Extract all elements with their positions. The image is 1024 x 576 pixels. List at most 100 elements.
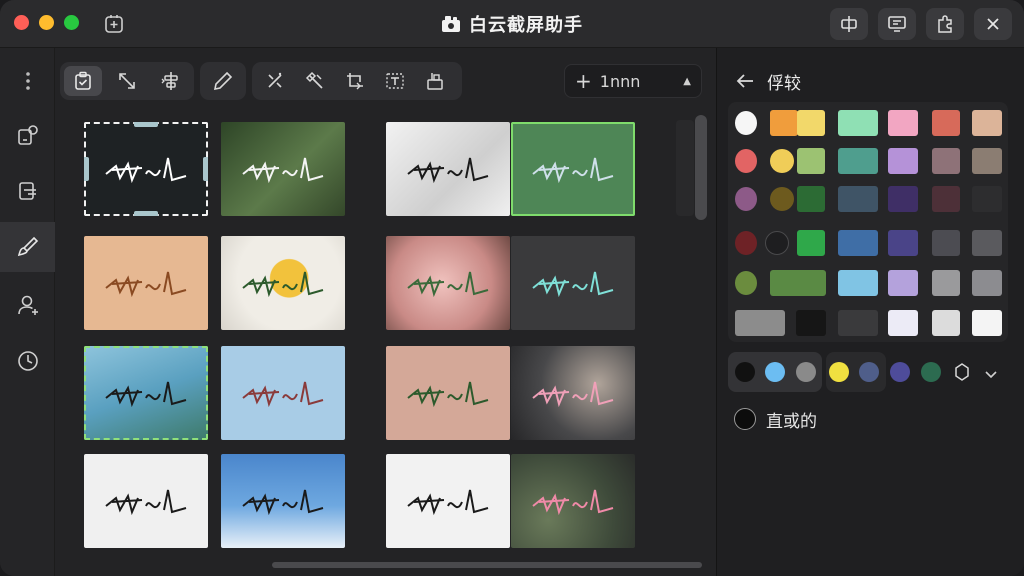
color-swatch-3-4[interactable] [888, 230, 918, 256]
color-swatch-4-3[interactable] [888, 270, 918, 296]
thumbnail-15[interactable] [386, 454, 510, 548]
vertical-scrollbar[interactable] [695, 115, 707, 220]
color-swatch-0-2[interactable] [797, 110, 825, 136]
close-button[interactable] [974, 8, 1012, 40]
sidebar-item-history[interactable] [0, 336, 55, 386]
color-swatch-1-4[interactable] [888, 148, 918, 174]
sidebar-item-capture[interactable] [0, 110, 55, 160]
tool-group-pen [200, 62, 246, 100]
color-swatch-1-5[interactable] [932, 148, 960, 174]
color-swatch-4-0[interactable] [735, 271, 757, 295]
option-row[interactable]: 直或的 [734, 406, 817, 432]
color-swatch-0-6[interactable] [972, 110, 1002, 136]
quick-color-1[interactable] [765, 362, 785, 382]
color-swatch-5-2[interactable] [838, 310, 878, 336]
color-swatch-1-1[interactable] [770, 149, 794, 173]
resize-handle-left[interactable] [84, 157, 89, 181]
color-swatch-0-5[interactable] [932, 110, 960, 136]
zoom-select[interactable]: + 1nnn ▲ [564, 64, 702, 98]
thumbnail-9[interactable] [84, 346, 208, 440]
text-tool-button[interactable] [376, 66, 414, 96]
thumbnail-6[interactable] [221, 236, 345, 330]
thumbnail-3[interactable] [386, 122, 510, 216]
color-swatch-4-4[interactable] [932, 270, 960, 296]
resize-handle-top[interactable] [134, 122, 158, 127]
color-swatch-5-1[interactable] [796, 310, 826, 336]
thumbnail-14[interactable] [221, 454, 345, 548]
quick-color-2[interactable] [796, 362, 816, 382]
color-swatch-4-5[interactable] [972, 270, 1002, 296]
new-capture-button[interactable] [100, 11, 128, 37]
minimize-window-button[interactable] [39, 15, 54, 30]
thumbnail-13[interactable] [84, 454, 208, 548]
color-swatch-3-6[interactable] [972, 230, 1002, 256]
close-window-button[interactable] [14, 15, 29, 30]
thumbnail-7[interactable] [386, 236, 510, 330]
screen-share-button[interactable] [878, 8, 916, 40]
color-swatch-3-3[interactable] [838, 230, 878, 256]
color-swatch-0-1[interactable] [770, 110, 798, 136]
color-swatch-4-1[interactable] [770, 270, 826, 296]
tools-button[interactable] [296, 66, 334, 96]
color-swatch-2-5[interactable] [932, 186, 960, 212]
align-tool-button[interactable] [152, 66, 190, 96]
color-swatch-3-1[interactable] [765, 231, 789, 255]
horizontal-scrollbar[interactable] [272, 562, 702, 568]
sidebar-item-brush[interactable] [0, 222, 55, 272]
thumbnail-8[interactable] [511, 236, 635, 330]
plugin-button[interactable] [926, 8, 964, 40]
color-swatch-1-0[interactable] [735, 149, 757, 173]
color-swatch-4-2[interactable] [838, 270, 878, 296]
quick-color-3[interactable] [829, 362, 849, 382]
color-swatch-3-5[interactable] [932, 230, 960, 256]
color-swatch-2-3[interactable] [838, 186, 878, 212]
color-swatch-2-0[interactable] [735, 187, 757, 211]
color-swatch-3-0[interactable] [735, 231, 757, 255]
quick-color-5[interactable] [890, 362, 910, 382]
thumbnail-4[interactable] [511, 122, 635, 216]
color-swatch-2-1[interactable] [770, 187, 794, 211]
color-swatch-1-6[interactable] [972, 148, 1002, 174]
color-swatch-5-4[interactable] [932, 310, 960, 336]
color-swatch-0-0[interactable] [735, 111, 757, 135]
color-swatch-3-2[interactable] [797, 230, 825, 256]
option-radio[interactable] [734, 408, 756, 430]
color-swatch-1-3[interactable] [838, 148, 878, 174]
thumbnail-12[interactable] [511, 346, 635, 440]
pencil-tool-button[interactable] [204, 66, 242, 96]
quick-color-6[interactable] [921, 362, 941, 382]
thumbnail-11[interactable] [386, 346, 510, 440]
color-swatch-0-3[interactable] [838, 110, 878, 136]
resize-tool-button[interactable] [108, 66, 146, 96]
color-swatch-2-6[interactable] [972, 186, 1002, 212]
color-swatch-5-0[interactable] [735, 310, 785, 336]
clipboard-tool-button[interactable] [64, 66, 102, 96]
color-swatch-2-2[interactable] [797, 186, 825, 212]
quick-color-0[interactable] [735, 362, 755, 382]
resize-handle-bottom[interactable] [134, 211, 158, 216]
more-colors-button[interactable] [984, 366, 1000, 380]
color-swatch-0-4[interactable] [888, 110, 918, 136]
back-arrow-icon[interactable] [735, 73, 755, 89]
color-swatch-5-3[interactable] [888, 310, 918, 336]
quick-color-4[interactable] [859, 362, 879, 382]
sidebar-item-account[interactable] [0, 280, 55, 330]
pin-button[interactable] [830, 8, 868, 40]
more-menu-button[interactable] [0, 56, 55, 106]
thumbnail-1[interactable] [84, 122, 208, 216]
crop-tool-button[interactable] [336, 66, 374, 96]
thumbnail-5[interactable] [84, 236, 208, 330]
thumbnail-16[interactable] [511, 454, 635, 548]
resize-handle-right[interactable] [203, 157, 208, 181]
custom-color-button[interactable] [952, 362, 972, 382]
color-swatch-2-4[interactable] [888, 186, 918, 212]
layer-tool-button[interactable] [416, 66, 454, 96]
color-swatch-1-2[interactable] [797, 148, 825, 174]
sidebar-item-edit[interactable] [0, 166, 55, 216]
thumbnail-10[interactable] [221, 346, 345, 440]
thumbnail-2[interactable] [221, 122, 345, 216]
color-swatch-5-5[interactable] [972, 310, 1002, 336]
magic-tool-button[interactable] [256, 66, 294, 96]
signature-icon [407, 489, 489, 516]
maximize-window-button[interactable] [64, 15, 79, 30]
